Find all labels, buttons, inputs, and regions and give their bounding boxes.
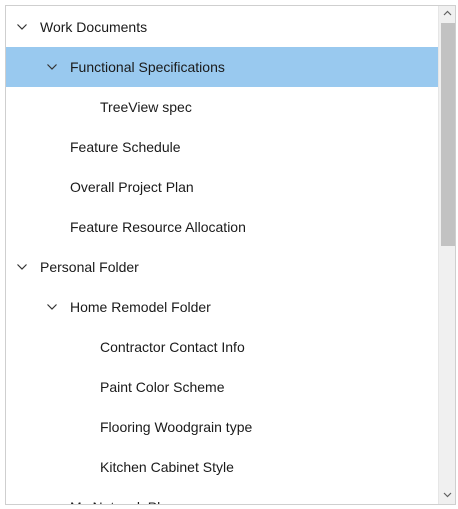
tree-view-items: Work Documents Functional Specifications T… (6, 6, 439, 504)
tree-item[interactable]: Work Documents (6, 7, 439, 47)
tree-item-label: Contractor Contact Info (100, 339, 245, 355)
tree-item-label: Overall Project Plan (70, 179, 194, 195)
tree-item-label: Home Remodel Folder (70, 299, 211, 315)
tree-item-label: Work Documents (40, 19, 148, 35)
tree-item-label: TreeView spec (100, 99, 192, 115)
tree-item-label: Feature Schedule (70, 139, 181, 155)
tree-item[interactable]: Paint Color Scheme (6, 367, 439, 407)
tree-item[interactable]: Functional Specifications (6, 47, 439, 87)
tree-item-label: My Network Places (70, 499, 190, 504)
tree-item-label: Functional Specifications (70, 59, 225, 75)
tree-item-label: Personal Folder (40, 259, 139, 275)
chevron-down-icon[interactable] (16, 21, 28, 33)
tree-item[interactable]: Flooring Woodgrain type (6, 407, 439, 447)
tree-item-label: Feature Resource Allocation (70, 219, 246, 235)
tree-item[interactable]: Overall Project Plan (6, 167, 439, 207)
tree-item[interactable]: Feature Resource Allocation (6, 207, 439, 247)
chevron-down-icon[interactable] (46, 61, 58, 73)
tree-item-label: Kitchen Cabinet Style (100, 459, 234, 475)
tree-item[interactable]: Feature Schedule (6, 127, 439, 167)
scroll-up-arrow-icon[interactable] (439, 6, 455, 22)
tree-item-label: Paint Color Scheme (100, 379, 225, 395)
tree-item[interactable]: Kitchen Cabinet Style (6, 447, 439, 487)
chevron-down-icon[interactable] (46, 501, 58, 504)
tree-item[interactable]: My Network Places (6, 487, 439, 504)
scroll-down-arrow-icon[interactable] (439, 488, 455, 504)
tree-item[interactable]: Contractor Contact Info (6, 327, 439, 367)
vertical-scrollbar[interactable] (438, 6, 455, 504)
tree-item[interactable]: TreeView spec (6, 87, 439, 127)
chevron-down-icon[interactable] (46, 301, 58, 313)
tree-item-label: Flooring Woodgrain type (100, 419, 253, 435)
tree-item[interactable]: Home Remodel Folder (6, 287, 439, 327)
chevron-down-icon[interactable] (16, 261, 28, 273)
tree-view[interactable]: Work Documents Functional Specifications T… (5, 5, 456, 505)
tree-item[interactable]: Personal Folder (6, 247, 439, 287)
scrollbar-thumb[interactable] (441, 23, 455, 246)
